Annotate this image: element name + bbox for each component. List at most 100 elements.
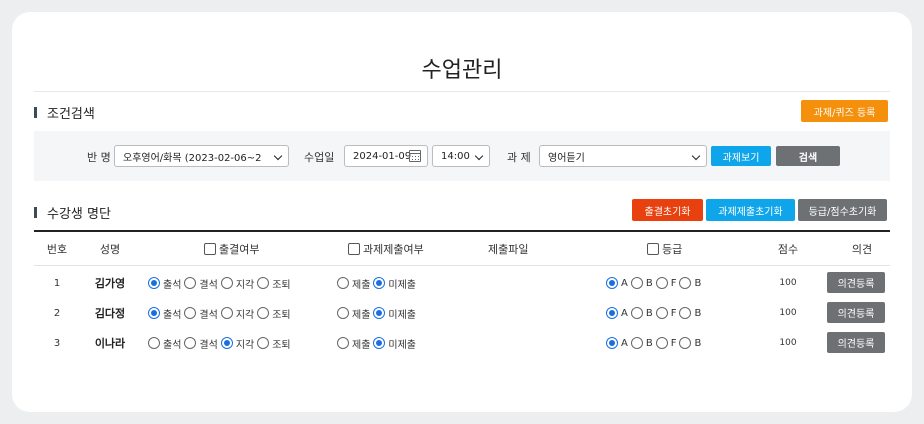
radio-button[interactable] bbox=[373, 337, 386, 349]
radio-button[interactable] bbox=[606, 307, 618, 319]
grade-option[interactable]: B bbox=[630, 337, 653, 349]
radio-button[interactable] bbox=[337, 277, 349, 289]
radio-button[interactable] bbox=[337, 337, 349, 349]
time-select[interactable]: 14:00 bbox=[432, 145, 490, 167]
attendance-option[interactable]: 조퇴 bbox=[257, 306, 291, 321]
attendance-option[interactable]: 출석 bbox=[148, 306, 181, 321]
radio-button[interactable] bbox=[220, 307, 233, 319]
submission-option[interactable]: 미제출 bbox=[373, 336, 416, 351]
radio-button[interactable] bbox=[630, 307, 643, 319]
row-number: 1 bbox=[53, 277, 61, 289]
submission-radio-group: 제출 미제출 bbox=[337, 328, 419, 358]
calendar-icon[interactable] bbox=[409, 150, 421, 162]
opinion-button[interactable]: 의견등록 bbox=[827, 332, 885, 353]
radio-button[interactable] bbox=[679, 307, 692, 319]
attendance-radio-group: 출석 결석 지각 조퇴 bbox=[148, 328, 294, 358]
date-input[interactable]: 2024-01-09 bbox=[344, 145, 428, 167]
attendance-all-checkbox[interactable] bbox=[204, 243, 216, 255]
grade-option-label: B bbox=[645, 337, 653, 349]
radio-button[interactable] bbox=[606, 277, 618, 289]
class-select[interactable]: 오후영어/화목 (2023-02-06~2 bbox=[114, 145, 289, 167]
submission-option[interactable]: 제출 bbox=[337, 306, 370, 321]
radio-button[interactable] bbox=[373, 307, 386, 319]
grade-option[interactable]: B bbox=[630, 277, 653, 289]
submission-option[interactable]: 미제출 bbox=[373, 306, 416, 321]
grade-option[interactable]: B bbox=[630, 307, 653, 319]
grade-option[interactable]: B bbox=[679, 307, 701, 319]
radio-button[interactable] bbox=[630, 277, 643, 289]
opinion-button[interactable]: 의견등록 bbox=[827, 272, 885, 293]
score-value: 100 bbox=[779, 308, 797, 318]
header-file: 제출파일 bbox=[488, 243, 529, 256]
attendance-option[interactable]: 출석 bbox=[148, 276, 181, 291]
attendance-option[interactable]: 지각 bbox=[220, 306, 255, 321]
grade-option-label: B bbox=[694, 337, 702, 349]
grade-option[interactable]: F bbox=[655, 307, 676, 319]
attendance-option[interactable]: 조퇴 bbox=[257, 336, 291, 351]
grade-option-label: B bbox=[645, 277, 653, 289]
assignment-select[interactable]: 영어듣기 bbox=[539, 145, 707, 167]
score-value: 100 bbox=[779, 278, 797, 288]
radio-button[interactable] bbox=[148, 307, 160, 319]
radio-button[interactable] bbox=[655, 337, 668, 349]
reset-attendance-button[interactable]: 출결초기화 bbox=[632, 199, 703, 221]
radio-button[interactable] bbox=[220, 337, 233, 349]
radio-button[interactable] bbox=[655, 307, 668, 319]
attendance-radio-group: 출석 결석 지각 조퇴 bbox=[148, 268, 294, 298]
submission-all-checkbox[interactable] bbox=[348, 243, 360, 255]
reset-grade-button[interactable]: 등급/점수초기화 bbox=[798, 199, 887, 221]
radio-button[interactable] bbox=[148, 277, 160, 289]
reset-submission-button[interactable]: 과제제출초기화 bbox=[706, 199, 795, 221]
grade-option[interactable]: A bbox=[606, 277, 628, 289]
attendance-option[interactable]: 결석 bbox=[184, 336, 218, 351]
grade-option[interactable]: F bbox=[655, 337, 676, 349]
date-input-value: 2024-01-09 bbox=[353, 150, 412, 162]
register-assignment-button[interactable]: 과제/퀴즈 등록 bbox=[801, 100, 888, 122]
header-grade-label: 등급 bbox=[662, 243, 683, 256]
submission-option[interactable]: 제출 bbox=[337, 336, 370, 351]
grade-option[interactable]: A bbox=[606, 307, 628, 319]
attendance-option[interactable]: 결석 bbox=[184, 306, 218, 321]
assignment-label: 과 제 bbox=[507, 151, 531, 164]
opinion-button[interactable]: 의견등록 bbox=[827, 302, 885, 323]
grade-option[interactable]: B bbox=[679, 277, 701, 289]
submission-option[interactable]: 미제출 bbox=[373, 276, 416, 291]
attendance-option[interactable]: 지각 bbox=[220, 336, 254, 351]
attendance-option[interactable]: 지각 bbox=[220, 276, 254, 291]
search-button[interactable]: 검색 bbox=[776, 146, 840, 166]
submission-option[interactable]: 제출 bbox=[337, 276, 370, 291]
header-attendance: 출결여부 bbox=[204, 241, 259, 257]
radio-button[interactable] bbox=[257, 337, 270, 349]
radio-button[interactable] bbox=[606, 337, 618, 349]
attendance-option[interactable]: 결석 bbox=[184, 276, 218, 291]
view-assignment-button[interactable]: 과제보기 bbox=[711, 146, 771, 166]
radio-button[interactable] bbox=[184, 307, 197, 319]
radio-button[interactable] bbox=[655, 277, 668, 289]
radio-button[interactable] bbox=[630, 337, 643, 349]
grade-radio-group: ABFB bbox=[606, 328, 704, 358]
radio-button[interactable] bbox=[373, 277, 386, 289]
radio-button[interactable] bbox=[257, 307, 270, 319]
radio-button[interactable] bbox=[184, 337, 197, 349]
header-opinion: 의견 bbox=[851, 243, 873, 256]
grade-option-label: B bbox=[694, 307, 702, 319]
radio-button[interactable] bbox=[220, 277, 233, 289]
radio-button[interactable] bbox=[184, 277, 197, 289]
attendance-option[interactable]: 조퇴 bbox=[257, 276, 291, 291]
submission-option-label: 제출 bbox=[352, 339, 371, 351]
submission-option-label: 제출 bbox=[352, 279, 371, 291]
radio-button[interactable] bbox=[679, 337, 692, 349]
grade-option[interactable]: F bbox=[655, 277, 676, 289]
radio-button[interactable] bbox=[337, 307, 349, 319]
row-number: 3 bbox=[53, 337, 61, 349]
radio-button[interactable] bbox=[148, 337, 160, 349]
attendance-radio-group: 출석 결석 지각 조퇴 bbox=[148, 298, 294, 328]
attendance-option[interactable]: 출석 bbox=[148, 336, 181, 351]
grade-option[interactable]: B bbox=[679, 337, 701, 349]
grade-all-checkbox[interactable] bbox=[647, 243, 659, 255]
grade-option[interactable]: A bbox=[606, 337, 628, 349]
attendance-option-label: 지각 bbox=[235, 309, 255, 321]
attendance-option-label: 조퇴 bbox=[272, 309, 291, 321]
radio-button[interactable] bbox=[679, 277, 692, 289]
radio-button[interactable] bbox=[257, 277, 270, 289]
